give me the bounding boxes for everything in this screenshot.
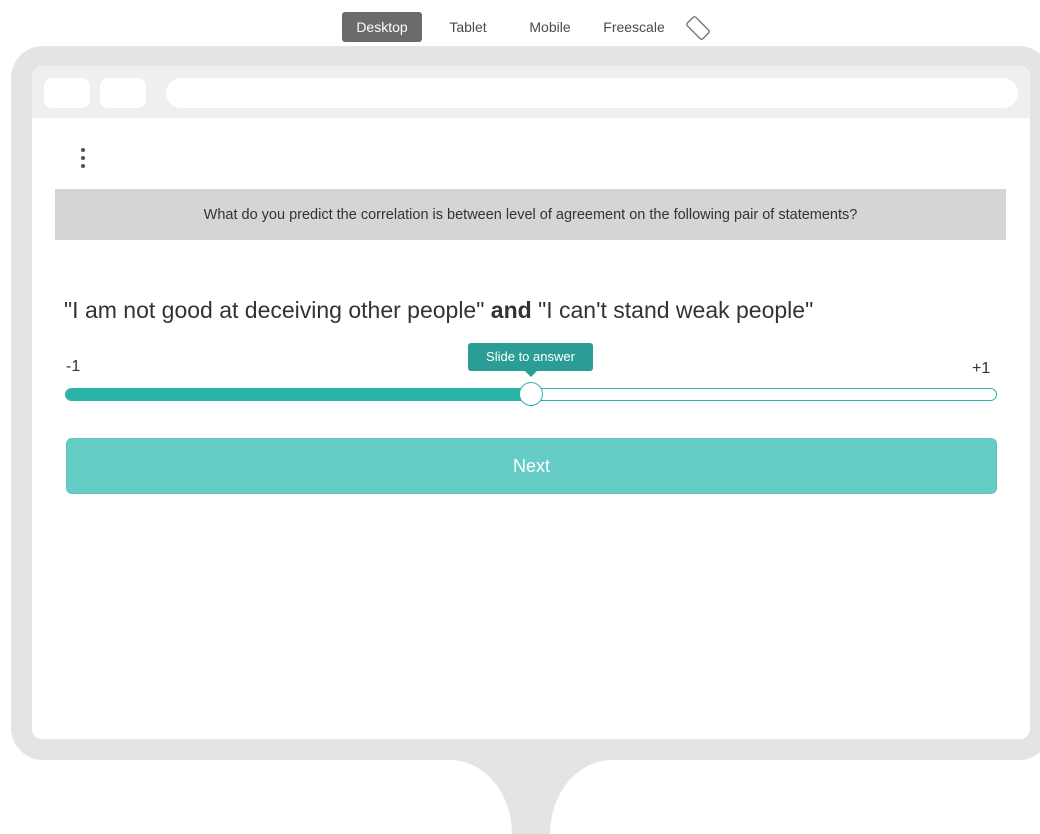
slider-tooltip-arrow [525,371,537,377]
slider-fill [66,389,529,400]
statement-a: "I am not good at deceiving other people… [64,297,485,323]
device-mobile-button[interactable]: Mobile [518,12,582,42]
slider-handle[interactable] [519,382,543,406]
slider-tooltip: Slide to answer [468,343,593,371]
statement-b: "I can't stand weak people" [538,297,814,323]
next-button[interactable]: Next [66,438,997,494]
browser-forward-button[interactable] [100,78,146,108]
statement-conjunction: and [490,297,532,323]
rotate-device-icon[interactable] [684,14,712,42]
device-tablet-button[interactable]: Tablet [438,12,498,42]
statement-pair: "I am not good at deceiving other people… [64,297,1004,324]
question-prompt: What do you predict the correlation is b… [55,189,1006,240]
scale-min-label: -1 [66,358,81,375]
browser-back-button[interactable] [44,78,90,108]
browser-chrome [32,66,1030,118]
device-toggle-bar: Desktop Tablet Mobile Freescale [0,12,1040,44]
browser-address-bar[interactable] [166,78,1018,108]
scale-max-label: +1 [972,360,991,377]
device-desktop-button[interactable]: Desktop [342,12,422,42]
device-freescale-button[interactable]: Freescale [594,12,674,42]
kebab-menu-icon[interactable] [76,146,90,172]
